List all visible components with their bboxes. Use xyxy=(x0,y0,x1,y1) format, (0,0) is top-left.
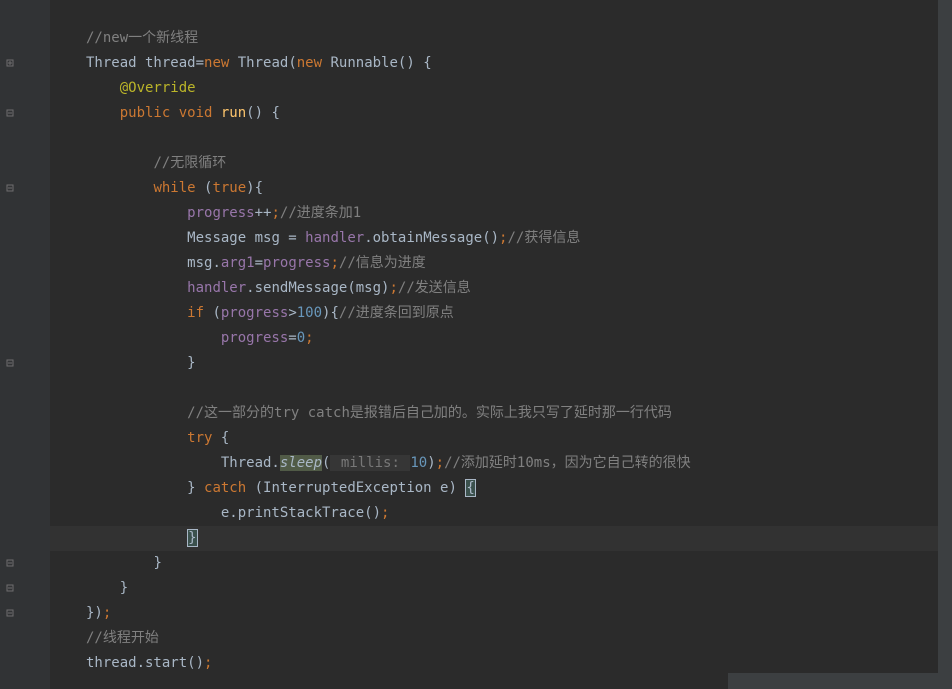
code-text: ; xyxy=(389,280,397,296)
vertical-scrollbar[interactable] xyxy=(938,0,952,689)
keyword-new: new xyxy=(204,55,229,71)
code-brace: } xyxy=(187,355,195,371)
parameter-hint: millis: xyxy=(330,455,410,471)
code-text: ; xyxy=(271,205,279,221)
method-sleep: sleep xyxy=(280,455,322,471)
code-editor[interactable]: //new一个新线程 Thread thread=new Thread(new … xyxy=(0,0,952,689)
editor-gutter xyxy=(0,0,50,689)
code-text: Message msg = xyxy=(187,230,305,246)
matched-brace: { xyxy=(465,479,475,497)
code-comment: //线程开始 xyxy=(86,630,159,646)
fold-icon[interactable] xyxy=(4,57,16,69)
code-text: = xyxy=(288,330,296,346)
code-content[interactable]: //new一个新线程 Thread thread=new Thread(new … xyxy=(50,0,952,689)
field-progress: progress xyxy=(221,305,288,321)
code-text: .sendMessage(msg) xyxy=(246,280,389,296)
keyword-try: try xyxy=(187,430,212,446)
code-text: ( xyxy=(196,180,213,196)
field-arg1: arg1 xyxy=(221,255,255,271)
fold-icon[interactable] xyxy=(4,357,16,369)
code-text: msg. xyxy=(187,255,221,271)
code-text: ++ xyxy=(255,205,272,221)
code-comment: //信息为进度 xyxy=(339,255,426,271)
number-literal: 100 xyxy=(297,305,322,321)
field-handler: handler xyxy=(305,230,364,246)
number-literal: 0 xyxy=(297,330,305,346)
code-text: Thread. xyxy=(221,455,280,471)
field-progress: progress xyxy=(221,330,288,346)
fold-icon[interactable] xyxy=(4,182,16,194)
field-handler: handler xyxy=(187,280,246,296)
code-text: Thread( xyxy=(229,55,296,71)
keyword-new: new xyxy=(297,55,322,71)
code-text: ; xyxy=(330,255,338,271)
code-comment: //添加延时10ms，因为它自己转的很快 xyxy=(444,455,691,471)
code-brace: } xyxy=(153,555,161,571)
field-progress: progress xyxy=(263,255,330,271)
code-text: ; xyxy=(436,455,444,471)
keyword-while: while xyxy=(153,180,195,196)
code-text: ){ xyxy=(322,305,339,321)
code-comment: //无限循环 xyxy=(153,155,226,171)
code-text: = xyxy=(255,255,263,271)
code-text: .obtainMessage() xyxy=(364,230,499,246)
keyword-void: void xyxy=(170,105,212,121)
keyword-public: public xyxy=(120,105,171,121)
code-text: { xyxy=(212,430,229,446)
code-text: > xyxy=(288,305,296,321)
field-progress: progress xyxy=(187,205,254,221)
code-text: Thread thread= xyxy=(86,55,204,71)
code-comment: //获得信息 xyxy=(507,230,580,246)
fold-icon[interactable] xyxy=(4,582,16,594)
code-comment: //发送信息 xyxy=(398,280,471,296)
code-text: ; xyxy=(204,655,212,671)
annotation-override: @Override xyxy=(120,80,196,96)
current-line-highlight xyxy=(50,526,952,551)
code-brace: } xyxy=(120,580,128,596)
keyword-true: true xyxy=(212,180,246,196)
keyword-if: if xyxy=(187,305,204,321)
code-text: e.printStackTrace() xyxy=(221,505,381,521)
code-text: Runnable() { xyxy=(322,55,432,71)
code-text: () { xyxy=(246,105,280,121)
code-text: ( xyxy=(204,305,221,321)
code-text: } xyxy=(187,480,204,496)
fold-icon[interactable] xyxy=(4,107,16,119)
status-bar-fragment xyxy=(728,673,938,689)
code-text: ; xyxy=(305,330,313,346)
number-literal: 10 xyxy=(410,455,427,471)
fold-icon[interactable] xyxy=(4,557,16,569)
code-text: ){ xyxy=(246,180,263,196)
code-comment: //这一部分的try catch是报错后自己加的。实际上我只写了延时那一行代码 xyxy=(187,405,672,421)
code-comment: //new一个新线程 xyxy=(86,30,198,46)
code-text: thread.start() xyxy=(86,655,204,671)
code-text: ) xyxy=(427,455,435,471)
code-comment: //进度条加1 xyxy=(280,205,361,221)
code-text: (InterruptedException e) xyxy=(246,480,465,496)
matched-brace: } xyxy=(187,529,197,547)
code-text: ; xyxy=(103,605,111,621)
keyword-catch: catch xyxy=(204,480,246,496)
fold-icon[interactable] xyxy=(4,607,16,619)
code-comment: //进度条回到原点 xyxy=(339,305,454,321)
code-text: ; xyxy=(381,505,389,521)
method-run: run xyxy=(212,105,246,121)
code-text: }) xyxy=(86,605,103,621)
